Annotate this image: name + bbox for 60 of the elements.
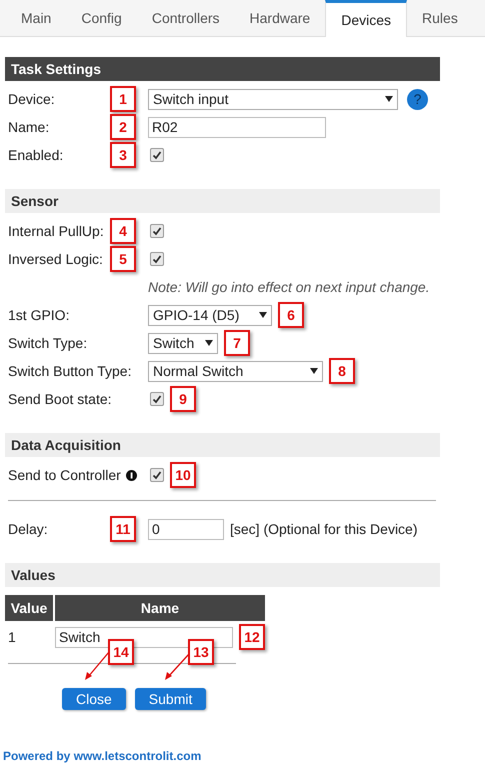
section-header: Sensor — [5, 189, 440, 213]
checkbox[interactable] — [150, 148, 164, 162]
field-label: Internal PullUp: — [8, 223, 104, 239]
callout-number: 12 — [239, 624, 265, 650]
tab[interactable]: Main — [6, 0, 66, 36]
field-label: 1st GPIO: — [8, 307, 70, 323]
footer-link[interactable]: Powered by www.letscontrolit.com — [3, 749, 202, 763]
checkbox[interactable] — [150, 392, 164, 406]
field-label: Send Boot state: — [8, 391, 112, 407]
field-label: Enabled: — [8, 147, 64, 163]
tab[interactable]: Devices — [325, 0, 408, 37]
dropdown[interactable]: Normal Switch — [148, 360, 323, 382]
delay-hint: [sec] (Optional for this Device) — [230, 521, 418, 537]
dropdown[interactable]: Switch input — [148, 88, 398, 110]
tab[interactable]: Rules — [407, 0, 473, 36]
delay-field[interactable]: 0 — [148, 518, 224, 540]
field-label: Delay: — [8, 521, 48, 537]
tab[interactable]: Controllers — [136, 0, 235, 36]
section-header: Data Acquisition — [5, 433, 440, 457]
column-header: Name — [55, 595, 265, 621]
dropdown[interactable]: GPIO-14 (D5) — [148, 304, 272, 326]
callout-number: 7 — [224, 330, 250, 356]
field-label: Inversed Logic: — [8, 251, 103, 267]
caret-icon — [259, 312, 267, 318]
callout-number: 13 — [188, 639, 214, 665]
section-header: Values — [5, 563, 440, 587]
callout-number: 8 — [329, 358, 355, 384]
note-text: Note: Will go into effect on next input change. — [148, 279, 430, 295]
checkbox[interactable] — [150, 468, 164, 482]
field-label: Switch Button Type: — [8, 363, 132, 379]
tab[interactable]: Config — [66, 0, 137, 36]
action-button[interactable]: Close — [62, 688, 126, 710]
callout-number: 2 — [110, 114, 136, 140]
callout-number: 9 — [170, 386, 196, 412]
callout-number: 6 — [278, 302, 304, 328]
action-button[interactable]: Submit — [134, 688, 206, 710]
checkbox[interactable] — [150, 224, 164, 238]
checkbox[interactable] — [150, 252, 164, 266]
dropdown[interactable]: Switch — [148, 332, 218, 354]
callout-number: 14 — [108, 639, 134, 665]
arrow — [84, 651, 110, 681]
table-cell: 1 — [8, 629, 16, 645]
tab[interactable]: Hardware — [234, 0, 326, 36]
callout-number: 3 — [110, 142, 136, 168]
arrow — [164, 653, 190, 681]
field-label: Device: — [8, 91, 55, 107]
callout-number: 11 — [110, 516, 136, 542]
field-label: Switch Type: — [8, 335, 88, 351]
field-label: Name: — [8, 119, 50, 135]
callout-number: 10 — [170, 462, 196, 488]
name-field[interactable]: R02 — [148, 116, 326, 138]
column-header: Value — [5, 595, 53, 621]
callout-number: 1 — [110, 86, 136, 112]
callout-number: 5 — [110, 246, 136, 272]
field-label: Send to Controller — [8, 467, 121, 483]
caret-icon — [385, 96, 393, 102]
caret-icon — [310, 368, 318, 374]
section-header: Task Settings — [5, 57, 440, 81]
callout-number: 4 — [110, 218, 136, 244]
caret-icon — [205, 340, 213, 346]
